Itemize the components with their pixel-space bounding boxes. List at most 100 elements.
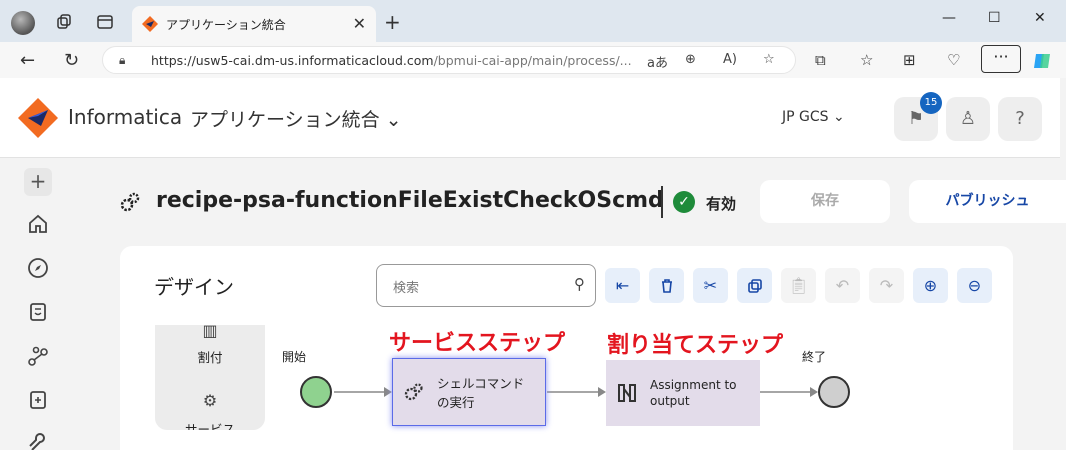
palette-item-service[interactable]: サービス — [155, 419, 265, 430]
user-icon: ♙ — [959, 108, 977, 129]
assignment-step-line1: Assignment to — [650, 378, 737, 392]
assignment-icon — [618, 384, 636, 402]
zoom-icon[interactable]: ⊕ — [685, 52, 696, 67]
status-badge: 有効 — [706, 195, 737, 213]
design-title: デザイン — [154, 275, 234, 299]
profile-avatar[interactable] — [11, 11, 35, 35]
cut-button[interactable]: ✂ — [693, 268, 728, 303]
zoom-out-button[interactable]: ⊖ — [957, 268, 992, 303]
collections-icon[interactable]: ⊞ — [903, 51, 916, 69]
url-text: https://usw5-cai.dm-us.informaticacloud.… — [151, 53, 632, 68]
zoom-in-icon: ⊕ — [923, 276, 938, 295]
read-aloud-icon[interactable]: A) — [723, 52, 737, 67]
tab-title: アプリケーション統合 — [166, 18, 286, 32]
service-step-palette-icon[interactable]: ⚙ — [195, 391, 225, 410]
copilot-icon[interactable] — [1032, 50, 1054, 72]
url-field[interactable]: 🔒︎ https://usw5-cai.dm-us.informaticaclo… — [102, 46, 796, 74]
search-input[interactable]: 検索 ⚲ — [376, 264, 596, 307]
zoom-in-button[interactable]: ⊕ — [913, 268, 948, 303]
zoom-out-icon: ⊖ — [967, 276, 982, 295]
save-button[interactable]: 保存 — [760, 180, 890, 223]
maximize-icon[interactable]: ☐ — [988, 10, 1001, 26]
service-step-label: シェルコマンド の実行 — [437, 374, 542, 412]
browser-essentials-icon[interactable]: ♡ — [947, 51, 960, 69]
process-name: recipe-psa-functionFileExistCheckOScmd — [156, 188, 664, 213]
minimize-icon[interactable]: — — [942, 10, 956, 26]
undo-button[interactable]: ↶ — [825, 268, 860, 303]
assignment-step-line2: output — [650, 394, 690, 408]
assignment-step-palette-icon[interactable]: ▥ — [195, 321, 225, 340]
end-label: 終了 — [802, 350, 827, 364]
new-tab-icon[interactable]: + — [384, 10, 401, 34]
copy-button[interactable] — [737, 268, 772, 303]
notification-badge: 15 — [920, 92, 942, 114]
split-screen-icon[interactable]: ⧉ — [815, 51, 826, 69]
redo-icon: ↷ — [879, 276, 894, 295]
palette-item-assignment[interactable]: 割付 — [155, 347, 265, 366]
close-window-icon[interactable]: ✕ — [1034, 10, 1046, 26]
workspaces-icon[interactable] — [55, 13, 73, 31]
step-palette: ▥ 割付 ⚙ サービス — [155, 321, 265, 430]
read-aloud-language-icon[interactable]: aあ — [647, 52, 668, 71]
bundles-icon[interactable] — [26, 300, 50, 324]
clipboard-icon: 📋︎ — [788, 276, 809, 295]
service-step-line1: シェルコマンド — [437, 376, 525, 391]
informatica-favicon-icon — [142, 16, 158, 32]
scissors-icon: ✂ — [703, 276, 718, 295]
favorites-icon[interactable]: ☆ — [860, 51, 873, 69]
search-placeholder: 検索 — [393, 281, 420, 296]
brand-name: Informatica — [68, 105, 183, 129]
copy-icon — [747, 279, 762, 293]
delete-button[interactable] — [649, 268, 684, 303]
connections-icon[interactable] — [26, 344, 50, 368]
end-node[interactable] — [818, 376, 850, 408]
redo-button[interactable]: ↷ — [869, 268, 904, 303]
explore-compass-icon[interactable] — [26, 256, 50, 280]
assignment-step-label: Assignment to output — [650, 377, 755, 409]
address-bar-row: ← ↻ 🔒︎ https://usw5-cai.dm-us.informatic… — [0, 42, 1066, 78]
search-icon: ⚲ — [574, 275, 585, 293]
assignment-step-node[interactable]: Assignment to output — [606, 360, 760, 426]
service-step-line2: の実行 — [437, 395, 475, 410]
favorite-star-icon[interactable]: ☆ — [763, 52, 775, 67]
process-gears-icon — [120, 192, 140, 212]
publish-button[interactable]: パブリッシュ — [909, 180, 1066, 223]
service-gears-icon — [404, 383, 423, 401]
monitor-icon[interactable] — [26, 388, 50, 412]
app-switcher[interactable]: アプリケーション統合 ⌄ — [190, 105, 402, 132]
paste-button[interactable]: 📋︎ — [781, 268, 816, 303]
org-name: JP GCS — [782, 109, 829, 125]
org-switcher[interactable]: JP GCS ⌄ — [782, 109, 845, 125]
plus-icon: + — [29, 169, 47, 193]
administrator-wrench-icon[interactable] — [26, 430, 50, 450]
browser-tab-strip: アプリケーション統合 ✕ + — ☐ ✕ — [0, 0, 1066, 42]
start-label: 開始 — [282, 350, 307, 364]
trash-icon — [661, 279, 672, 293]
settings-more-icon[interactable]: ··· — [981, 45, 1021, 73]
user-profile-button[interactable]: ♙ — [946, 97, 990, 141]
help-icon: ? — [1015, 108, 1025, 129]
status-check-icon: ✓ — [673, 191, 695, 213]
undo-icon: ↶ — [835, 276, 850, 295]
app-name: アプリケーション統合 — [190, 109, 380, 131]
help-button[interactable]: ? — [998, 97, 1042, 141]
chevron-down-icon: ⌄ — [385, 109, 402, 131]
back-icon[interactable]: ← — [20, 50, 35, 71]
assignment-step-annotation: 割り当てステップ — [607, 333, 784, 358]
new-asset-button[interactable]: + — [24, 168, 52, 196]
home-icon[interactable] — [26, 212, 50, 236]
refresh-icon[interactable]: ↻ — [64, 50, 79, 71]
title-divider — [661, 186, 663, 218]
browser-tab-active[interactable]: アプリケーション統合 ✕ — [132, 6, 376, 42]
flag-icon: ⚑ — [907, 108, 925, 129]
lock-icon: 🔒︎ — [119, 53, 126, 67]
tab-close-icon[interactable]: ✕ — [353, 14, 366, 33]
start-node[interactable] — [300, 376, 332, 408]
service-step-node[interactable]: シェルコマンド の実行 — [392, 358, 546, 426]
left-navigation-rail: + — [0, 158, 76, 450]
chevron-down-icon: ⌄ — [833, 109, 845, 125]
collapse-palette-button[interactable]: ⇤ — [605, 268, 640, 303]
url-path: /bpmui-cai-app/main/process/... — [433, 53, 632, 68]
service-step-annotation: サービスステップ — [389, 331, 566, 356]
tab-actions-icon[interactable] — [96, 13, 114, 31]
